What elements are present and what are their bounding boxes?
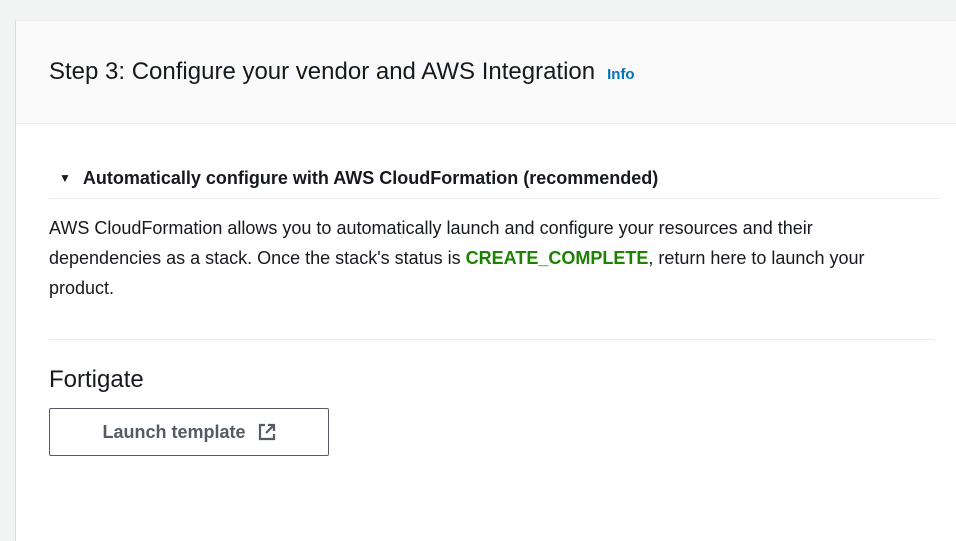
integration-panel: Step 3: Configure your vendor and AWS In… bbox=[15, 20, 956, 541]
vendor-name: Fortigate bbox=[49, 366, 144, 393]
status-value: CREATE_COMPLETE bbox=[465, 248, 649, 268]
section-divider bbox=[49, 339, 934, 340]
cloudformation-description: AWS CloudFormation allows you to automat… bbox=[49, 213, 929, 303]
cloudformation-section: ▼ Automatically configure with AWS Cloud… bbox=[49, 158, 941, 456]
page-title: Step 3: Configure your vendor and AWS In… bbox=[49, 58, 596, 85]
launch-template-label: Launch template bbox=[102, 421, 246, 442]
panel-header: Step 3: Configure your vendor and AWS In… bbox=[16, 21, 956, 124]
cloudformation-expand-toggle[interactable]: ▼ Automatically configure with AWS Cloud… bbox=[49, 158, 941, 199]
external-link-icon bbox=[258, 423, 276, 441]
info-link[interactable]: Info bbox=[607, 66, 635, 83]
caret-down-icon: ▼ bbox=[59, 171, 71, 185]
expand-label: Automatically configure with AWS CloudFo… bbox=[82, 167, 659, 188]
launch-template-button[interactable]: Launch template bbox=[49, 408, 329, 456]
